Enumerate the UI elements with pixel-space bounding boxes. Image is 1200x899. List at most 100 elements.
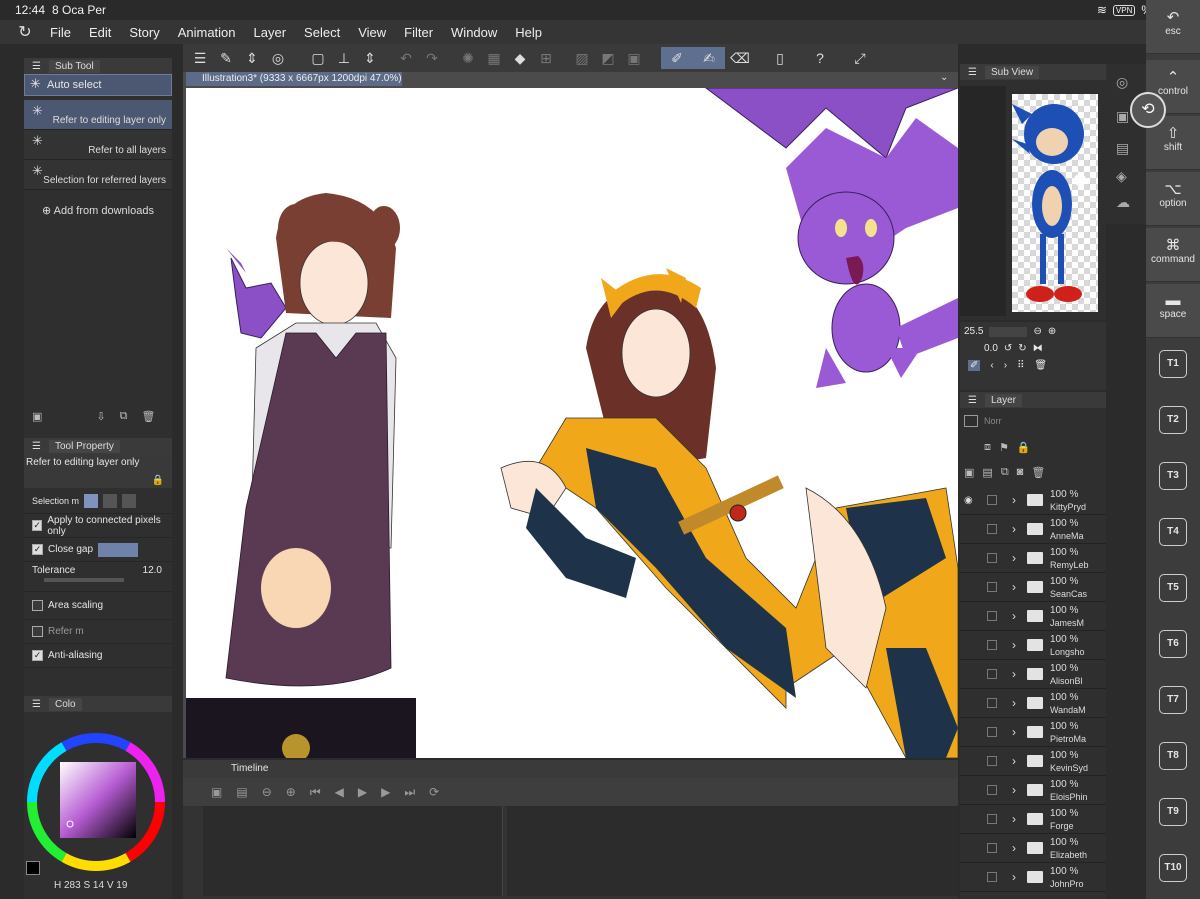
menu-story[interactable]: Story xyxy=(129,25,159,40)
menu-edit[interactable]: Edit xyxy=(89,25,111,40)
key-t3[interactable]: T3 xyxy=(1159,462,1187,490)
merge-icon[interactable]: ⧉ xyxy=(1001,466,1009,479)
chevron-updown-icon[interactable]: ⇕ xyxy=(359,47,381,69)
lock-toggle[interactable] xyxy=(987,698,997,708)
panel-menu-icon[interactable]: ☰ xyxy=(32,699,41,710)
checkbox-checked[interactable]: ✓ xyxy=(32,520,43,531)
lock-toggle[interactable] xyxy=(987,611,997,621)
subtool-refer-editing[interactable]: ✳ Refer to editing layer only xyxy=(24,100,172,130)
chevron-right-icon[interactable]: › xyxy=(1004,360,1007,371)
undo-icon[interactable]: ↶ xyxy=(395,47,417,69)
menu-help[interactable]: Help xyxy=(515,25,542,40)
chevron-right-icon[interactable]: › xyxy=(1012,493,1016,507)
rotate-canvas-button[interactable]: ⟲ xyxy=(1130,92,1166,128)
expand-icon[interactable]: ⤢ xyxy=(849,47,871,69)
key-t6[interactable]: T6 xyxy=(1159,630,1187,658)
delete-layer-icon[interactable]: 🗑 xyxy=(1031,466,1045,479)
stamp-icon[interactable]: ⊥ xyxy=(333,47,355,69)
layer-row[interactable]: › 100 % EloisPhin xyxy=(960,776,1106,805)
subtool-referred-layers[interactable]: ✳ Selection for referred layers xyxy=(24,160,172,190)
play-icon[interactable]: ▶ xyxy=(358,785,367,799)
gap-level-selector[interactable] xyxy=(98,542,139,557)
new-layer-icon[interactable]: ▢ xyxy=(307,47,329,69)
chevron-right-icon[interactable]: › xyxy=(1012,667,1016,681)
lock-toggle[interactable] xyxy=(987,640,997,650)
chevron-left-icon[interactable]: ‹ xyxy=(990,360,993,371)
timeline-track-list[interactable] xyxy=(203,806,503,896)
trash-icon[interactable]: 🗑 xyxy=(1034,360,1047,371)
zoom-value[interactable]: 25.5 xyxy=(964,326,983,337)
fill-bucket-icon[interactable]: ◆ xyxy=(509,47,531,69)
zoom-in-icon[interactable]: ⊕ xyxy=(286,785,296,799)
skip-last-icon[interactable]: ⏭ xyxy=(404,785,415,800)
material-icon[interactable]: ▤ xyxy=(1116,140,1129,157)
lock-toggle[interactable] xyxy=(987,814,997,824)
lock-toggle[interactable] xyxy=(987,495,997,505)
download-icon[interactable]: ⇩ xyxy=(96,410,105,428)
subtool-refer-all[interactable]: ✳ Refer to all layers xyxy=(24,130,172,160)
select-frame-icon[interactable]: ▣ xyxy=(623,47,645,69)
tool-property-tab[interactable]: Tool Property xyxy=(48,439,120,453)
device-icon[interactable]: ▯ xyxy=(769,47,791,69)
layer-row[interactable]: › 100 % RemyLeb xyxy=(960,544,1106,573)
new-timeline-icon[interactable]: ▣ xyxy=(211,785,222,799)
key-t9[interactable]: T9 xyxy=(1159,798,1187,826)
hamburger-menu-icon[interactable]: ☰ xyxy=(189,47,211,69)
chevron-right-icon[interactable]: › xyxy=(1012,522,1016,536)
visibility-icon[interactable]: ◉ xyxy=(964,495,974,506)
eyedropper-icon[interactable]: ✐ xyxy=(968,360,981,371)
checkbox-checked[interactable]: ✓ xyxy=(32,650,43,661)
layer-color-icon[interactable] xyxy=(964,415,978,427)
anti-aliasing-row[interactable]: ✓ Anti-aliasing xyxy=(24,644,172,668)
crop-icon[interactable]: ⊞ xyxy=(535,47,557,69)
mask-icon[interactable]: ◙ xyxy=(1017,466,1024,478)
brush-tool-icon[interactable]: ✍ xyxy=(693,47,725,69)
lock-icon[interactable]: 🔒 xyxy=(152,475,164,486)
duplicate-icon[interactable]: ⧉ xyxy=(120,410,128,428)
transform-icon[interactable]: ▦ xyxy=(483,47,505,69)
chevron-right-icon[interactable]: › xyxy=(1012,609,1016,623)
panel-menu-icon[interactable]: ☰ xyxy=(968,395,977,406)
color-wheel[interactable] xyxy=(24,712,172,882)
timeline-tab[interactable]: Timeline xyxy=(231,763,268,774)
app-logo-icon[interactable]: ↻ xyxy=(0,22,50,42)
lock-toggle[interactable] xyxy=(987,843,997,853)
key-option[interactable]: ⌥ option xyxy=(1146,172,1200,226)
trash-icon[interactable]: 🗑 xyxy=(141,410,155,428)
new-folder-icon[interactable]: ▤ xyxy=(982,466,992,479)
layer-row[interactable]: › 100 % JamesM xyxy=(960,602,1106,631)
zoom-out-icon[interactable]: ⊖ xyxy=(1033,326,1041,337)
new-raster-layer-icon[interactable]: ▣ xyxy=(964,466,974,479)
lock-toggle[interactable] xyxy=(987,756,997,766)
chevron-updown-icon[interactable]: ⇕ xyxy=(241,47,263,69)
lock-toggle[interactable] xyxy=(987,872,997,882)
menu-layer[interactable]: Layer xyxy=(254,25,287,40)
lock-toggle[interactable] xyxy=(987,524,997,534)
help-icon[interactable]: ? xyxy=(809,47,831,69)
chevron-right-icon[interactable]: › xyxy=(1012,696,1016,710)
chevron-right-icon[interactable]: › xyxy=(1012,754,1016,768)
layer-row[interactable]: › 100 % AlisonBl xyxy=(960,660,1106,689)
panel-menu-icon[interactable]: ☰ xyxy=(32,441,41,452)
main-color-swatch[interactable] xyxy=(26,861,40,875)
skip-first-icon[interactable]: ⏮ xyxy=(310,785,321,800)
eraser-tool-icon[interactable]: ⌫ xyxy=(729,47,751,69)
new-canvas-icon[interactable]: ✎ xyxy=(215,47,237,69)
chevron-right-icon[interactable]: › xyxy=(1012,551,1016,565)
layer-tab[interactable]: Layer xyxy=(984,393,1022,407)
grid-icon[interactable]: ⠿ xyxy=(1017,360,1024,371)
checkbox-unchecked[interactable] xyxy=(32,600,43,611)
key-t1[interactable]: T1 xyxy=(1159,350,1187,378)
cloud-icon[interactable]: ☁ xyxy=(1116,194,1130,211)
subtool-tab[interactable]: Sub Tool xyxy=(48,59,100,73)
rotate-right-icon[interactable]: ↻ xyxy=(1018,343,1026,354)
key-t10[interactable]: T10 xyxy=(1159,854,1187,882)
lock-toggle[interactable] xyxy=(987,785,997,795)
key-t4[interactable]: T4 xyxy=(1159,518,1187,546)
rotate-left-icon[interactable]: ↺ xyxy=(1004,343,1012,354)
key-t8[interactable]: T8 xyxy=(1159,742,1187,770)
color-wheel-tab[interactable]: Colo xyxy=(48,697,82,711)
lock-toggle[interactable] xyxy=(987,553,997,563)
panel-menu-icon[interactable]: ☰ xyxy=(968,67,977,78)
zoom-out-icon[interactable]: ⊖ xyxy=(262,785,272,799)
